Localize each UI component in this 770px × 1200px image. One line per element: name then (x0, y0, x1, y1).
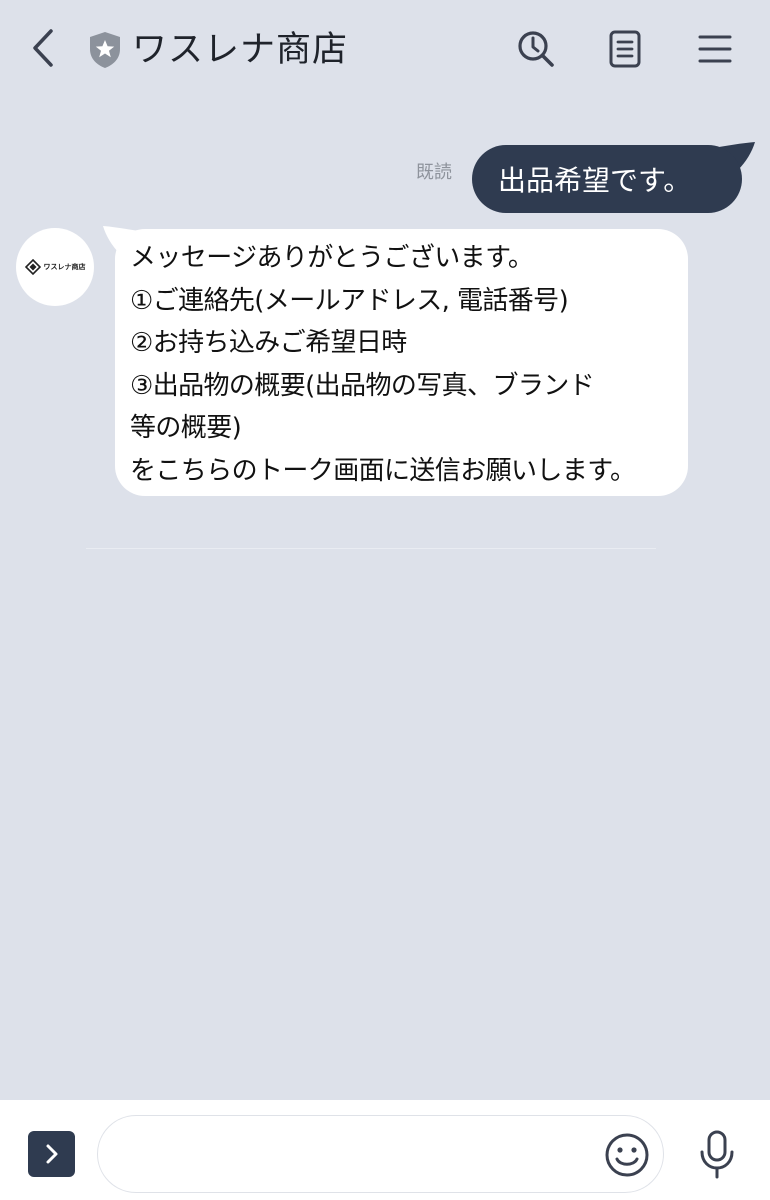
menu-icon (698, 35, 732, 63)
menu-button[interactable] (692, 26, 738, 72)
search-icon (518, 31, 554, 67)
notes-icon (609, 30, 641, 68)
chat-header: ワスレナ商店 (0, 0, 770, 100)
smiley-icon (605, 1133, 649, 1177)
mic-button[interactable] (692, 1128, 742, 1182)
avatar[interactable]: ワスレナ商店 (16, 228, 94, 306)
outgoing-message[interactable]: 出品希望です。 (472, 145, 742, 213)
search-button[interactable] (513, 26, 559, 72)
outgoing-message-text: 出品希望です。 (498, 164, 692, 197)
message-input[interactable] (97, 1115, 664, 1193)
message-line: ②お持ち込みご希望日時 (130, 328, 407, 358)
incoming-message[interactable]: メッセージありがとうございます。 ①ご連絡先(メールアドレス, 電話番号) ②お… (115, 229, 688, 496)
microphone-icon (700, 1130, 734, 1179)
back-button[interactable] (22, 26, 66, 70)
chevron-left-icon (33, 29, 53, 67)
shield-star-icon (90, 32, 120, 68)
avatar-label: ワスレナ商店 (43, 263, 86, 271)
message-line: ①ご連絡先(メールアドレス, 電話番号) (130, 285, 569, 316)
chevron-right-icon (46, 1144, 57, 1164)
read-receipt: 既読 (416, 162, 452, 183)
message-line: をこちらのトーク画面に送信お願いします。 (130, 455, 636, 486)
message-line: メッセージありがとうございます。 (130, 243, 534, 273)
divider (86, 548, 656, 549)
emoji-button[interactable] (603, 1131, 651, 1179)
chat-title: ワスレナ商店 (132, 30, 349, 70)
notes-button[interactable] (602, 26, 648, 72)
shop-logo-icon (24, 259, 41, 275)
message-line: ③出品物の概要(出品物の写真、ブランド (130, 370, 595, 401)
message-line: 等の概要) (130, 413, 242, 443)
expand-button[interactable] (28, 1131, 75, 1177)
